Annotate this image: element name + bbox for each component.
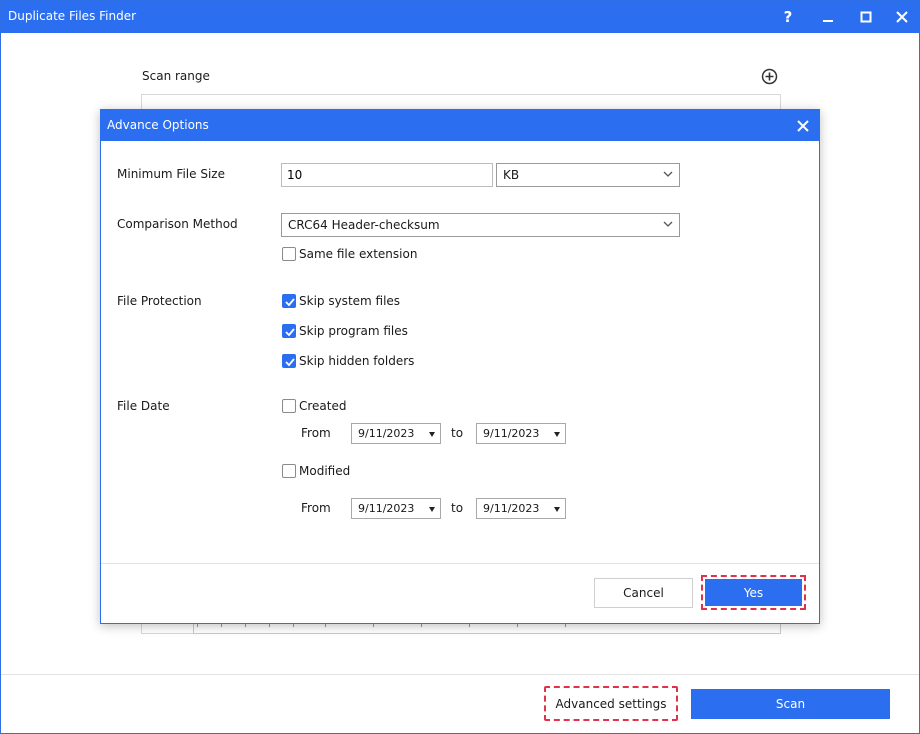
created-to-value: 9/11/2023 [483, 427, 540, 440]
advanced-settings-label: Advanced settings [555, 696, 667, 711]
dialog-title-bar: Advance Options [101, 110, 819, 141]
file-date-label: File Date [117, 399, 170, 413]
dialog-footer-divider [101, 563, 819, 564]
dropdown-arrow-icon [554, 507, 560, 512]
comparison-method-select[interactable]: CRC64 Header-checksum [281, 213, 680, 237]
maximize-icon [860, 11, 872, 23]
cancel-button[interactable]: Cancel [594, 578, 693, 608]
checkmark-icon [285, 298, 295, 307]
advance-options-dialog: Advance Options Minimum File Size KB Com… [100, 109, 820, 624]
window-close-button[interactable] [883, 1, 920, 33]
created-checkbox[interactable] [282, 399, 296, 413]
footer-divider [1, 674, 919, 675]
yes-button-face: Yes [705, 579, 802, 606]
created-from-date[interactable]: 9/11/2023 [351, 423, 441, 444]
title-bar: Duplicate Files Finder ? [1, 1, 919, 33]
skip-hidden-folders-label: Skip hidden folders [299, 354, 415, 368]
add-circle-icon[interactable] [761, 68, 778, 85]
size-unit-select[interactable]: KB [496, 163, 680, 187]
dialog-title: Advance Options [107, 118, 209, 132]
close-icon [896, 11, 908, 23]
created-to-date[interactable]: 9/11/2023 [476, 423, 566, 444]
chevron-down-icon [663, 221, 673, 227]
comparison-method-label: Comparison Method [117, 217, 238, 231]
created-label: Created [299, 399, 347, 413]
dropdown-arrow-icon [554, 432, 560, 437]
help-icon: ? [783, 8, 793, 26]
scan-range-label: Scan range [142, 69, 210, 83]
same-extension-label: Same file extension [299, 247, 418, 261]
yes-button[interactable]: Yes [701, 575, 806, 610]
skip-hidden-folders-checkbox[interactable] [282, 354, 296, 368]
checkmark-icon [285, 328, 295, 337]
created-from-value: 9/11/2023 [358, 427, 415, 440]
checkmark-icon [285, 358, 295, 367]
modified-label: Modified [299, 464, 351, 478]
modified-to-date[interactable]: 9/11/2023 [476, 498, 566, 519]
modified-from-label: From [301, 501, 331, 515]
skip-program-files-label: Skip program files [299, 324, 408, 338]
created-from-label: From [301, 426, 331, 440]
minimize-icon [823, 20, 833, 22]
size-unit-value: KB [503, 168, 520, 182]
scan-button[interactable]: Scan [691, 689, 890, 719]
modified-to-value: 9/11/2023 [483, 502, 540, 515]
modified-from-date[interactable]: 9/11/2023 [351, 498, 441, 519]
dialog-close-icon[interactable] [795, 118, 811, 134]
scan-label: Scan [775, 697, 806, 711]
minimize-button[interactable] [809, 1, 847, 33]
same-extension-checkbox[interactable] [282, 247, 296, 261]
skip-program-files-checkbox[interactable] [282, 324, 296, 338]
file-protection-label: File Protection [117, 294, 202, 308]
comparison-method-value: CRC64 Header-checksum [288, 218, 440, 232]
skip-system-files-label: Skip system files [299, 294, 401, 308]
skip-system-files-checkbox[interactable] [282, 294, 296, 308]
window-title: Duplicate Files Finder [8, 9, 137, 23]
help-button[interactable]: ? [769, 1, 807, 33]
advanced-settings-button[interactable]: Advanced settings [544, 686, 678, 721]
created-to-label: to [451, 426, 464, 440]
min-file-size-label: Minimum File Size [117, 167, 225, 181]
dropdown-arrow-icon [429, 507, 435, 512]
cancel-label: Cancel [623, 586, 664, 600]
modified-to-label: to [451, 501, 464, 515]
modified-from-value: 9/11/2023 [358, 502, 415, 515]
dropdown-arrow-icon [429, 432, 435, 437]
chevron-down-icon [663, 171, 673, 177]
min-file-size-input[interactable] [281, 163, 493, 187]
modified-checkbox[interactable] [282, 464, 296, 478]
maximize-button[interactable] [847, 1, 885, 33]
yes-label: Yes [743, 585, 764, 600]
